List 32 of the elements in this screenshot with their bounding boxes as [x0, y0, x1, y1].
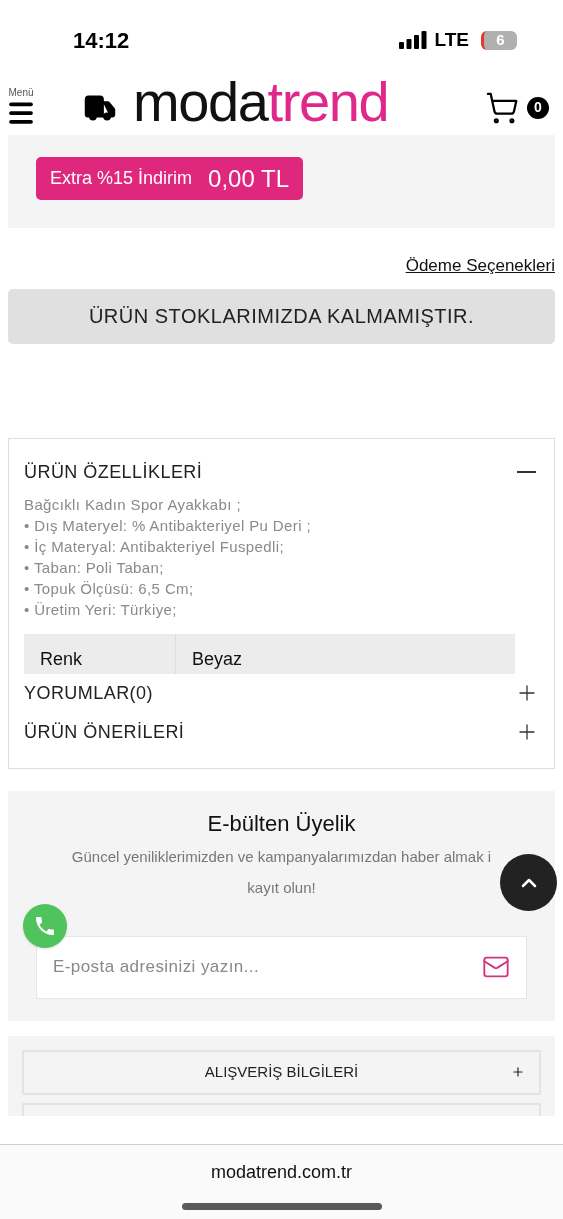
footer-accordion-button[interactable]: ALIŞVERİŞ BİLGİLERİ — [22, 1049, 541, 1095]
phone-icon — [33, 914, 57, 938]
accordion-header[interactable]: YORUMLAR(0) — [24, 673, 539, 713]
battery-indicator: 6 — [481, 30, 517, 50]
spec-line: • İç Materyal: Antibakteriyel Fuspedli; — [24, 536, 285, 557]
spec-line: • Dış Materyel: % Antibakteriyel Pu Deri ; — [24, 515, 312, 536]
expand-icon — [511, 1065, 525, 1079]
newsletter-text: Güncel yeniliklerimizden ve kampanyalarımızdan haber almak i — [71, 846, 492, 867]
table-cell-text: Beyaz — [191, 647, 244, 671]
email-input[interactable]: E-posta adresinizi yazın... — [53, 954, 482, 980]
accordion-header[interactable]: ÜRÜN ÖZELLİKLERİ — [24, 452, 539, 492]
spec-line: • Taban: Poli Taban; — [24, 557, 165, 578]
spec-line: Bağcıklı Kadın Spor Ayakkabı ; — [24, 494, 242, 515]
spec-line: • Üretim Yeri: Türkiye; — [24, 599, 178, 620]
newsletter-text: kayıt olun! — [247, 877, 316, 898]
table-cell: Renk — [24, 633, 176, 674]
menu-label: Menü — [8, 87, 34, 98]
out-of-stock-notice: ÜRÜN STOKLARIMIZDA KALMAMIŞTIR. — [8, 288, 555, 344]
email-field[interactable]: E-posta adresinizi yazın... — [36, 935, 527, 999]
network-label: LTE — [434, 27, 469, 52]
spec-line: • Topuk Ölçüsü: 6,5 Cm; — [24, 578, 195, 599]
discount-badge: Extra %15 İndirim 0,00 TL — [36, 157, 303, 200]
cart-icon[interactable] — [485, 90, 519, 125]
payment-options-link[interactable]: Ödeme Seçenekleri — [405, 253, 555, 279]
signal-icon — [398, 31, 427, 49]
accordion-header[interactable]: ÜRÜN ÖNERİLERİ — [24, 712, 539, 752]
newsletter-title: E-bülten Üyelik — [207, 809, 356, 838]
cart-count: 0 — [527, 96, 549, 119]
address-bar[interactable]: modatrend.com.tr — [210, 1159, 353, 1186]
status-time: 14:12 — [73, 26, 130, 55]
menu-button[interactable]: Menü — [6, 87, 36, 128]
logo[interactable]: modatrend — [133, 73, 389, 130]
